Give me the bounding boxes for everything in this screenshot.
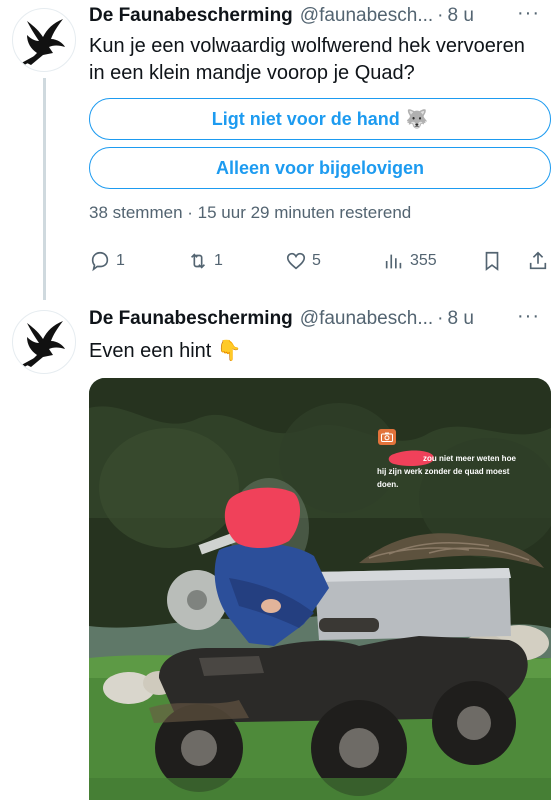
photo-overlay-text: doen. [377, 480, 399, 489]
like-count: 5 [312, 252, 321, 269]
retweet-count: 1 [214, 252, 223, 269]
views-button[interactable]: 355 [383, 248, 437, 274]
share-button[interactable] [527, 248, 549, 274]
tweet-1[interactable]: De Faunabescherming @faunabesch... · 8 u… [0, 0, 554, 300]
tweet-photo[interactable]: zou niet meer weten hoe hij zijn werk zo… [89, 378, 551, 800]
views-chart-icon [385, 254, 402, 269]
tweet-text: Even een hint 👇 [89, 340, 242, 362]
separator: · [437, 308, 444, 329]
quad-photo-image [89, 378, 551, 800]
poll-option-label: Alleen voor bijgelovigen [215, 157, 425, 178]
reply-button[interactable]: 1 [89, 248, 125, 274]
photo-overlay-text: hij zijn werk zonder de quad moest [377, 467, 510, 476]
heart-icon [286, 252, 306, 270]
tweet-header: De Faunabescherming @faunabesch... · 8 u… [89, 305, 544, 333]
view-count: 355 [410, 252, 437, 269]
retweet-icon [190, 253, 206, 269]
author-handle[interactable]: @faunabesch... [300, 5, 433, 27]
wolf-emoji-icon: 🐺 [405, 108, 429, 129]
timestamp[interactable]: 8 u [447, 5, 473, 27]
reply-count: 1 [116, 252, 125, 269]
avatar[interactable] [12, 8, 76, 72]
bird-logo-icon [20, 321, 65, 369]
poll-option-label: Ligt niet voor de hand [211, 108, 400, 129]
bookmark-icon [485, 251, 499, 271]
timestamp[interactable]: 8 u [447, 308, 473, 330]
reply-icon [91, 251, 109, 272]
camera-icon [378, 429, 396, 445]
photo-overlay-text: zou niet meer weten hoe [423, 454, 516, 463]
author-handle[interactable]: @faunabesch... [300, 308, 433, 330]
tweet-header: De Faunabescherming @faunabesch... · 8 u… [89, 2, 544, 30]
tweet-actions: 1 1 5 355 [89, 248, 551, 274]
more-options-icon[interactable]: ··· [517, 2, 540, 25]
bird-logo-icon [20, 19, 65, 67]
share-icon [529, 251, 547, 270]
author-name[interactable]: De Faunabescherming [89, 5, 293, 27]
poll-option-1[interactable]: Ligt niet voor de hand 🐺 [89, 98, 551, 140]
poll-option-2[interactable]: Alleen voor bijgelovigen [89, 147, 551, 189]
avatar[interactable] [12, 310, 76, 374]
more-options-icon[interactable]: ··· [517, 305, 540, 328]
like-button[interactable]: 5 [285, 248, 321, 274]
thread-line [43, 78, 46, 300]
poll-meta: 38 stemmen · 15 uur 29 minuten resterend [89, 203, 412, 222]
separator: · [437, 5, 444, 26]
tweet-text: Kun je een volwaardig wolfwerend hek ver… [89, 35, 525, 84]
retweet-button[interactable]: 1 [187, 248, 223, 274]
author-name[interactable]: De Faunabescherming [89, 308, 293, 330]
bookmark-button[interactable] [481, 248, 503, 274]
